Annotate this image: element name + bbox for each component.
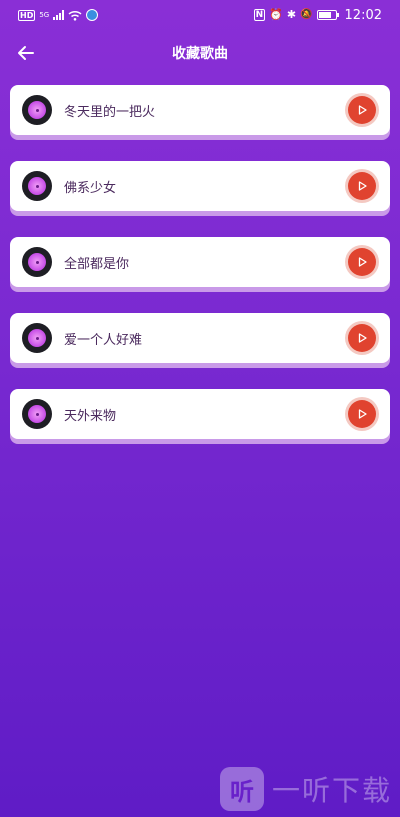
song-title: 天外来物	[64, 408, 117, 424]
wifi-icon	[68, 10, 82, 21]
song-item[interactable]: 冬天里的一把火	[10, 85, 390, 135]
network-type: 5G	[39, 11, 50, 19]
status-right: N ⏰ ✱ 🔕 12:02	[253, 7, 382, 23]
status-left: HD 5G	[18, 9, 99, 21]
screen: HD 5G N ⏰ ✱ 🔕 12:02 收藏歌曲 冬天里的一把火 佛系少女 全部…	[0, 0, 400, 817]
song-list: 冬天里的一把火 佛系少女 全部都是你 爱一个人好难 天外来物	[10, 85, 390, 465]
arrow-left-icon	[18, 46, 34, 60]
song-title: 佛系少女	[64, 180, 117, 196]
header: 收藏歌曲	[0, 34, 400, 72]
vinyl-record-icon	[22, 399, 52, 429]
watermark: 听 一听下载	[219, 767, 392, 811]
play-button[interactable]	[348, 96, 376, 124]
hd-icon: HD	[18, 9, 36, 21]
play-button[interactable]	[348, 172, 376, 200]
clock: 12:02	[344, 7, 382, 23]
play-icon	[358, 333, 367, 343]
play-icon	[358, 181, 367, 191]
back-button[interactable]	[12, 39, 40, 67]
play-icon	[358, 105, 367, 115]
watermark-text: 一听下载	[271, 774, 392, 807]
watermark-logo-icon: 听	[219, 767, 264, 811]
bluetooth-icon: ✱	[286, 8, 297, 21]
play-icon	[358, 409, 367, 419]
signal-icon	[53, 10, 65, 20]
play-icon	[358, 257, 367, 267]
page-title: 收藏歌曲	[172, 46, 228, 62]
song-item[interactable]: 爱一个人好难	[10, 313, 390, 363]
song-title: 爱一个人好难	[64, 332, 143, 348]
mute-icon: 🔕	[300, 9, 313, 20]
song-item[interactable]: 佛系少女	[10, 161, 390, 211]
vinyl-record-icon	[22, 247, 52, 277]
app-notification-icon	[86, 9, 99, 21]
vinyl-record-icon	[22, 323, 52, 353]
status-bar: HD 5G N ⏰ ✱ 🔕 12:02	[0, 0, 400, 30]
play-button[interactable]	[348, 248, 376, 276]
battery-icon	[316, 10, 339, 20]
nfc-icon: N	[253, 9, 266, 21]
vinyl-record-icon	[22, 95, 52, 125]
song-title: 全部都是你	[64, 256, 130, 272]
alarm-icon: ⏰	[269, 8, 283, 21]
play-button[interactable]	[348, 400, 376, 428]
song-item[interactable]: 天外来物	[10, 389, 390, 439]
vinyl-record-icon	[22, 171, 52, 201]
song-title: 冬天里的一把火	[64, 104, 156, 120]
song-item[interactable]: 全部都是你	[10, 237, 390, 287]
play-button[interactable]	[348, 324, 376, 352]
